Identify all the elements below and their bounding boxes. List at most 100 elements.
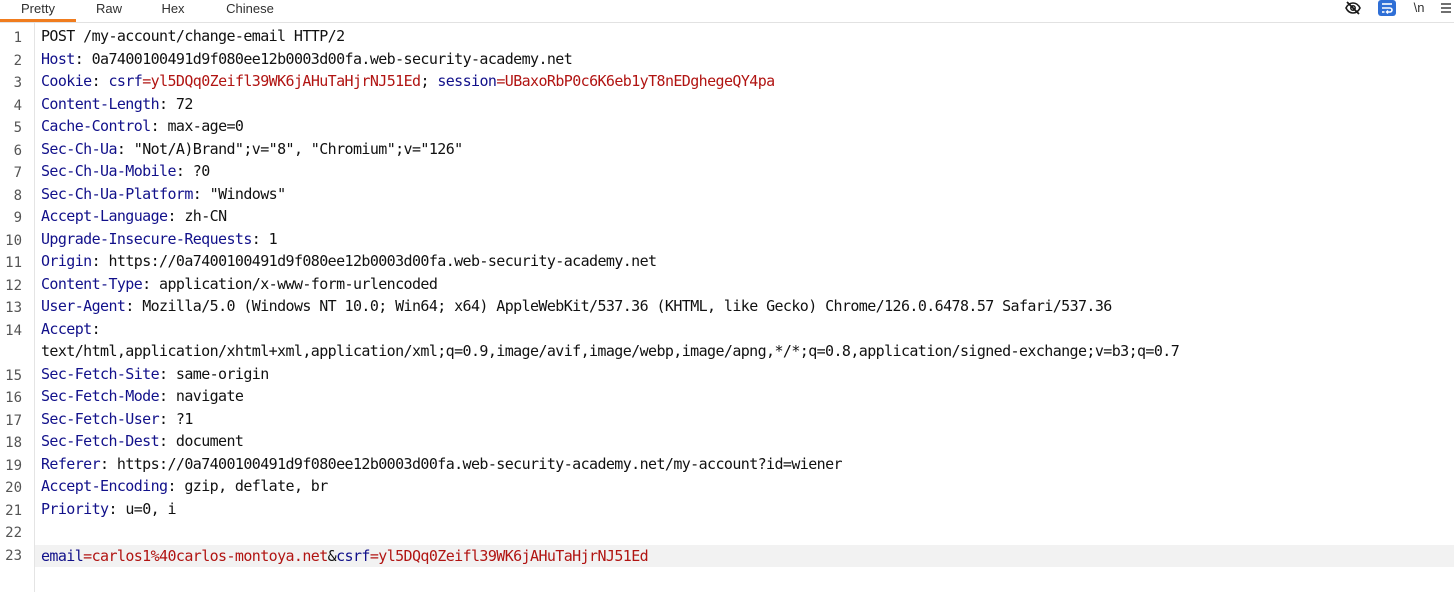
header-name: Content-Type — [41, 274, 143, 293]
editor-line: 6 Sec-Ch-Ua: "Not/A)Brand";v="8", "Chrom… — [0, 136, 1454, 159]
line-number: 19 — [5, 457, 22, 474]
header-name: Sec-Fetch-Site — [41, 364, 160, 383]
line-number: 20 — [5, 480, 22, 496]
header-value: max-age=0 — [167, 117, 244, 135]
body-param-value: carlos1%40carlos-montoya.net — [91, 546, 329, 565]
line-number: 4 — [13, 97, 22, 114]
editor-line: 23 email=carlos1%40carlos-montoya.net&cs… — [0, 541, 1454, 565]
editor-line: 19 Referer: https://0a7400100491d9f080ee… — [0, 451, 1454, 474]
header-name: Priority — [41, 499, 109, 518]
line-number: 23 — [5, 547, 22, 564]
header-name: Sec-Fetch-Mode — [41, 387, 160, 405]
line-number: 21 — [5, 502, 22, 519]
editor-line: 9 Accept-Language: zh-CN — [0, 203, 1454, 226]
header-name: User-Agent — [41, 297, 126, 315]
tab-pretty[interactable]: Pretty — [0, 0, 76, 22]
editor-line: 7 Sec-Ch-Ua-Mobile: ?0 — [0, 158, 1454, 181]
line-number: 14 — [5, 322, 22, 339]
header-name: Origin — [41, 252, 92, 270]
line-number: 1 — [13, 30, 22, 46]
line-number: 3 — [13, 75, 22, 91]
editor-line: 20 Accept-Encoding: gzip, deflate, br — [0, 473, 1454, 496]
header-value: ?1 — [175, 409, 193, 428]
line-number: 15 — [5, 367, 22, 384]
header-name: Accept-Encoding — [41, 477, 168, 495]
line-number: 10 — [5, 232, 22, 249]
header-value: "Not/A)Brand";v="8", "Chromium";v="126" — [133, 139, 463, 158]
menu-icon[interactable] — [1438, 0, 1454, 16]
body-param-name: email — [41, 546, 84, 565]
line-number: 18 — [5, 435, 22, 451]
line-number: 9 — [13, 210, 22, 226]
header-value: https://0a7400100491d9f080ee12b0003d00fa… — [108, 252, 657, 270]
editor-line: 14 Accept: — [0, 316, 1454, 339]
header-name: Cookie — [41, 72, 92, 90]
header-name: Sec-Fetch-Dest — [41, 432, 160, 450]
line-number: 16 — [5, 390, 22, 406]
header-value: text/html,application/xhtml+xml,applicat… — [41, 342, 1180, 360]
tab-raw[interactable]: Raw — [84, 0, 134, 22]
header-name: Accept — [41, 319, 92, 338]
line-number: 12 — [5, 277, 22, 294]
cookie-name: csrf — [108, 72, 143, 90]
line-number: 22 — [5, 525, 22, 541]
line-number: 11 — [5, 255, 22, 271]
editor-line: 1 POST /my-account/change-email HTTP/2 — [0, 23, 1454, 46]
header-name: Sec-Ch-Ua-Mobile — [41, 162, 177, 180]
editor-line: 21 Priority: u=0, i — [0, 496, 1454, 519]
editor-line: 4 Content-Length: 72 — [0, 91, 1454, 114]
header-value: application/x-www-form-urlencoded — [159, 274, 438, 293]
header-name: Host — [41, 49, 75, 68]
line-number: 17 — [5, 412, 22, 429]
header-value: Mozilla/5.0 (Windows NT 10.0; Win64; x64… — [142, 297, 1112, 315]
editor-line: 3 Cookie: csrf=yl5DQq0Zeifl39WK6jAHuTaHj… — [0, 68, 1454, 91]
line-number: 2 — [13, 52, 22, 69]
editor-line-wrap: text/html,application/xhtml+xml,applicat… — [0, 338, 1454, 361]
header-value: https://0a7400100491d9f080ee12b0003d00fa… — [116, 454, 843, 473]
editor-line: 18 Sec-Fetch-Dest: document — [0, 428, 1454, 451]
header-value: zh-CN — [184, 207, 227, 225]
eye-slash-icon[interactable] — [1343, 0, 1363, 16]
cookie-name: session — [437, 72, 497, 90]
header-value: "Windows" — [209, 184, 286, 203]
editor-line: 16 Sec-Fetch-Mode: navigate — [0, 383, 1454, 406]
cookie-value: UBaxoRbP0c6K6eb1yT8nEDghegeQY4pa — [504, 72, 775, 90]
request-line: POST /my-account/change-email HTTP/2 — [41, 27, 345, 45]
header-value: u=0, i — [125, 499, 176, 518]
editor-line: 11 Origin: https://0a7400100491d9f080ee1… — [0, 248, 1454, 271]
request-editor[interactable]: 1 POST /my-account/change-email HTTP/2 2… — [0, 23, 1454, 592]
editor-line: 2 Host: 0a7400100491d9f080ee12b0003d00fa… — [0, 46, 1454, 69]
word-wrap-icon[interactable] — [1377, 0, 1397, 16]
header-value: 1 — [268, 229, 278, 248]
header-value: document — [175, 432, 244, 450]
header-value: same-origin — [175, 364, 269, 383]
header-name: Sec-Ch-Ua — [41, 139, 117, 158]
tab-hex[interactable]: Hex — [150, 0, 196, 22]
editor-line: 15 Sec-Fetch-Site: same-origin — [0, 361, 1454, 384]
header-name: Accept-Language — [41, 207, 168, 225]
editor-line: 17 Sec-Fetch-User: ?1 — [0, 406, 1454, 429]
message-editor-tabbar: Pretty Raw Hex Chinese \n — [0, 0, 1454, 23]
line-number: 8 — [13, 187, 22, 204]
editor-line: 5 Cache-Control: max-age=0 — [0, 113, 1454, 136]
editor-line: 10 Upgrade-Insecure-Requests: 1 — [0, 226, 1454, 249]
cookie-value: yl5DQq0Zeifl39WK6jAHuTaHjrNJ51Ed — [150, 72, 421, 90]
header-name: Sec-Ch-Ua-Platform — [41, 184, 193, 203]
header-name: Upgrade-Insecure-Requests — [41, 229, 252, 248]
header-name: Cache-Control — [41, 117, 151, 135]
header-value: navigate — [175, 387, 244, 405]
header-value: ?0 — [192, 162, 210, 180]
header-name: Referer — [41, 454, 101, 473]
editor-line: 22 — [0, 518, 1454, 541]
editor-line: 12 Content-Type: application/x-www-form-… — [0, 271, 1454, 294]
editor-line: 13 User-Agent: Mozilla/5.0 (Windows NT 1… — [0, 293, 1454, 316]
header-name: Sec-Fetch-User — [41, 409, 160, 428]
body-param-name: csrf — [336, 546, 370, 565]
header-name: Content-Length — [41, 94, 160, 113]
show-newlines-toggle[interactable]: \n — [1409, 0, 1429, 16]
line-number: 6 — [13, 142, 22, 159]
header-value: gzip, deflate, br — [184, 477, 328, 495]
line-number: 5 — [13, 120, 22, 136]
tab-chinese[interactable]: Chinese — [212, 0, 288, 22]
line-number: 13 — [5, 300, 22, 316]
